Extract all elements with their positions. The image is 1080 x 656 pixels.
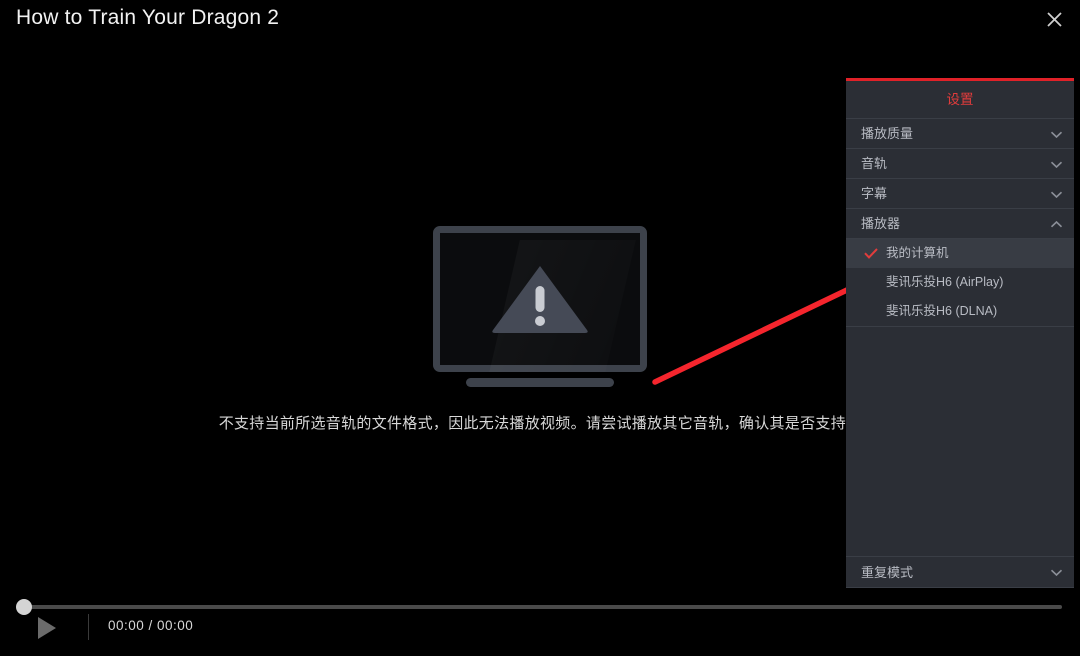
chevron-up-icon (1051, 209, 1062, 238)
player-option-label: 我的计算机 (886, 246, 949, 260)
warning-triangle-icon (490, 262, 590, 334)
settings-row-label: 播放质量 (861, 126, 914, 141)
player-option-airplay[interactable]: 斐讯乐投H6 (AirPlay) (846, 268, 1074, 297)
settings-row-label: 字幕 (861, 186, 888, 201)
settings-row-subtitles[interactable]: 字幕 (846, 179, 1074, 209)
settings-row-repeat-mode[interactable]: 重复模式 (846, 556, 1074, 588)
settings-row-label: 重复模式 (861, 565, 914, 580)
settings-panel-title: 设置 (846, 81, 1074, 119)
settings-row-audio-track[interactable]: 音轨 (846, 149, 1074, 179)
chevron-down-icon (1051, 149, 1062, 178)
video-player-window: How to Train Your Dragon 2 不支持当前所选音轨的文件格… (0, 0, 1080, 656)
time-display: 00:00 / 00:00 (108, 618, 194, 633)
progress-handle[interactable] (16, 599, 32, 615)
play-button[interactable] (32, 614, 62, 642)
page-title: How to Train Your Dragon 2 (16, 6, 280, 29)
player-option-my-computer[interactable]: 我的计算机 (846, 239, 1074, 268)
controls-divider (88, 614, 89, 640)
chevron-down-icon (1051, 119, 1062, 148)
close-button[interactable] (1038, 4, 1070, 34)
progress-bar[interactable] (24, 605, 1062, 609)
settings-row-player[interactable]: 播放器 (846, 209, 1074, 239)
player-option-dlna[interactable]: 斐讯乐投H6 (DLNA) (846, 297, 1074, 326)
player-option-label: 斐讯乐投H6 (AirPlay) (886, 275, 1004, 289)
close-icon (1046, 11, 1062, 27)
panel-spacer (846, 327, 1074, 556)
settings-row-label: 音轨 (861, 156, 888, 171)
monitor-stand (466, 378, 614, 387)
chevron-down-icon (1051, 557, 1062, 587)
player-option-label: 斐讯乐投H6 (DLNA) (886, 304, 998, 318)
check-icon (864, 239, 878, 268)
chevron-down-icon (1051, 179, 1062, 208)
title-bar: How to Train Your Dragon 2 (0, 0, 1080, 40)
player-options-list: 我的计算机 斐讯乐投H6 (AirPlay) 斐讯乐投H6 (DLNA) (846, 239, 1074, 327)
player-controls-bar: 00:00 / 00:00 10 10 (0, 590, 1080, 656)
monitor-error-icon (433, 226, 647, 387)
settings-row-label: 播放器 (861, 216, 901, 231)
settings-panel: 设置 播放质量 音轨 字幕 播放器 我的计算机 斐讯乐投H6 (AirPlay)… (846, 78, 1074, 588)
settings-row-playback-quality[interactable]: 播放质量 (846, 119, 1074, 149)
play-icon (38, 617, 56, 639)
